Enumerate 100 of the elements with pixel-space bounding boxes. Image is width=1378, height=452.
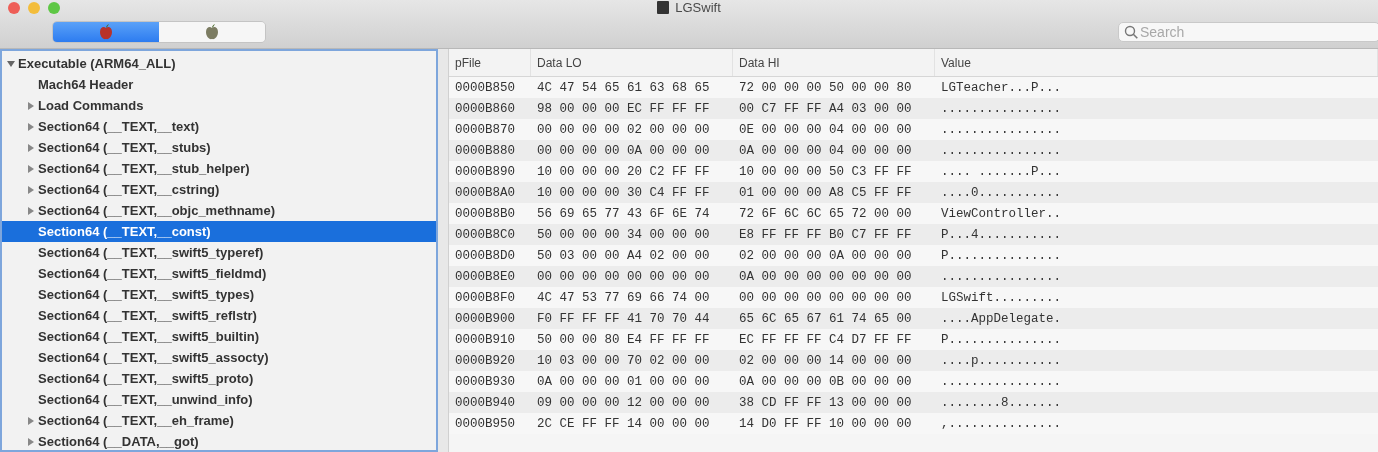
table-cell-text: ................ [940, 269, 1063, 284]
table-cell-text: LGTeacher...P... [940, 80, 1063, 95]
table-cell-text: 0000B8D0 [454, 248, 516, 263]
tree-item[interactable]: Section64 (__TEXT,__swift5_typeref) [2, 242, 436, 263]
tree-item[interactable]: Executable (ARM64_ALL) [2, 53, 436, 74]
table-cell-text: 10 00 00 00 20 C2 FF FF [536, 164, 711, 179]
table-cell-text: 0000B930 [454, 374, 516, 389]
table-cell-text: 0000B8A0 [454, 185, 516, 200]
tree-item[interactable]: Section64 (__TEXT,__stub_helper) [2, 158, 436, 179]
collapsed-triangle-icon[interactable] [27, 437, 35, 446]
table-cell-text: ....0........... [940, 185, 1063, 200]
table-cell-text: 10 00 00 00 50 C3 FF FF [738, 164, 913, 179]
tree-item[interactable]: Section64 (__TEXT,__swift5_fieldmd) [2, 263, 436, 284]
table-cell-text: 72 00 00 00 50 00 00 80 [738, 80, 913, 95]
table-cell-text: 38 CD FF FF 13 00 00 00 [738, 395, 913, 410]
tree-item[interactable]: Section64 (__TEXT,__objc_methname) [2, 200, 436, 221]
table-cell-text: 4C 47 54 65 61 63 68 65 [536, 80, 711, 95]
table-cell-text: 0000B860 [454, 101, 516, 116]
table-cell-text: 0A 00 00 00 01 00 00 00 [536, 374, 711, 389]
tree-item[interactable]: Section64 (__TEXT,__cstring) [2, 179, 436, 200]
collapsed-triangle-icon[interactable] [27, 101, 35, 110]
segment-tab[interactable] [159, 22, 265, 42]
table-cell-text: 0000B900 [454, 311, 516, 326]
collapsed-triangle-icon[interactable] [27, 164, 35, 173]
table-cell-text: 0A 00 00 00 04 00 00 00 [738, 143, 913, 158]
table-cell-text: 0000B870 [454, 122, 516, 137]
tree-item[interactable]: Section64 (__TEXT,__swift5_proto) [2, 368, 436, 389]
table-cell-text: 10 03 00 00 70 02 00 00 [536, 353, 711, 368]
table-cell-text: 09 00 00 00 12 00 00 00 [536, 395, 711, 410]
table-cell-text: 10 00 00 00 30 C4 FF FF [536, 185, 711, 200]
table-cell-text: 00 00 00 00 00 00 00 00 [536, 269, 711, 284]
table-cell-text: ViewController.. [940, 206, 1063, 221]
document-icon [657, 1, 670, 14]
column-header[interactable]: Data LO [531, 49, 733, 76]
column-header[interactable]: pFile [449, 49, 531, 76]
search-input[interactable]: Search [1140, 24, 1340, 40]
search-field[interactable]: Search [1118, 22, 1378, 42]
collapsed-triangle-icon[interactable] [27, 416, 35, 425]
close-icon[interactable] [8, 2, 20, 14]
table-cell-text: 50 00 00 00 34 00 00 00 [536, 227, 711, 242]
table-cell-text: 00 00 00 00 0A 00 00 00 [536, 143, 711, 158]
table-cell-text: 0000B940 [454, 395, 516, 410]
table-cell-text: 00 00 00 00 02 00 00 00 [536, 122, 711, 137]
table-cell-text: E8 FF FF FF B0 C7 FF FF [738, 227, 913, 242]
table-cell-text: 2C CE FF FF 14 00 00 00 [536, 416, 711, 431]
tree-item[interactable]: Section64 (__TEXT,__unwind_info) [2, 389, 436, 410]
collapsed-triangle-icon[interactable] [27, 185, 35, 194]
table-cell-text: 56 69 65 77 43 6F 6E 74 [536, 206, 711, 221]
table-cell-text: 98 00 00 00 EC FF FF FF [536, 101, 711, 116]
table-cell-text: ................ [940, 143, 1063, 158]
expanded-triangle-icon[interactable] [7, 59, 15, 68]
tree-item[interactable]: Section64 (__TEXT,__swift5_assocty) [2, 347, 436, 368]
table-cell-text: F0 FF FF FF 41 70 70 44 [536, 311, 711, 326]
table-cell-text: 02 00 00 00 0A 00 00 00 [738, 248, 913, 263]
table-cell-text: P............... [940, 332, 1063, 347]
table-cell-text: 0000B910 [454, 332, 516, 347]
table-cell-text: ................ [940, 374, 1063, 389]
collapsed-triangle-icon[interactable] [27, 122, 35, 131]
table-cell-text: ................ [940, 101, 1063, 116]
apple-icon [203, 23, 221, 41]
table-cell-text: LGSwift......... [940, 290, 1063, 305]
tree-item[interactable]: Mach64 Header [2, 74, 436, 95]
table-cell-text: 0000B850 [454, 80, 516, 95]
tree-item[interactable]: Section64 (__TEXT,__swift5_builtin) [2, 326, 436, 347]
apple-icon [97, 23, 115, 41]
tree-item[interactable]: Load Commands [2, 95, 436, 116]
table-cell-text: 0000B8B0 [454, 206, 516, 221]
column-header[interactable]: Data HI [733, 49, 935, 76]
collapsed-triangle-icon[interactable] [27, 143, 35, 152]
tree-item[interactable]: Section64 (__TEXT,__swift5_types) [2, 284, 436, 305]
table-cell-text: 65 6C 65 67 61 74 65 00 [738, 311, 913, 326]
tree-item[interactable]: Section64 (__TEXT,__text) [2, 116, 436, 137]
tree-item[interactable]: Section64 (__TEXT,__const) [2, 221, 436, 242]
maximize-icon[interactable] [48, 2, 60, 14]
segment-tab[interactable] [53, 22, 159, 42]
table-cell-text: P............... [940, 248, 1063, 263]
table-cell-text: .... .......P... [940, 164, 1063, 179]
table-cell-text: 00 C7 FF FF A4 03 00 00 [738, 101, 913, 116]
table-cell-text: 14 D0 FF FF 10 00 00 00 [738, 416, 913, 431]
tree-item[interactable]: Section64 (__DATA,__got) [2, 431, 436, 450]
tree-item[interactable]: Section64 (__TEXT,__eh_frame) [2, 410, 436, 431]
collapsed-triangle-icon[interactable] [27, 206, 35, 215]
table-cell-text: 0000B950 [454, 416, 516, 431]
window-title: LGSwift [675, 0, 721, 15]
table-cell-text: P...4........... [940, 227, 1063, 242]
segmented-control[interactable] [52, 21, 266, 43]
table-cell-text: 02 00 00 00 14 00 00 00 [738, 353, 913, 368]
column-header[interactable]: Value [935, 49, 1378, 76]
table-cell-text: EC FF FF FF C4 D7 FF FF [738, 332, 913, 347]
table-cell-text: 01 00 00 00 A8 C5 FF FF [738, 185, 913, 200]
table-cell-text: 0000B8C0 [454, 227, 516, 242]
table-cell-text: 0000B880 [454, 143, 516, 158]
tree-item[interactable]: Section64 (__TEXT,__stubs) [2, 137, 436, 158]
table-cell-text: ,............... [940, 416, 1063, 431]
table-cell-text: ....AppDelegate. [940, 311, 1063, 326]
table-cell-text: ................ [940, 122, 1063, 137]
table-cell-text: 0000B8F0 [454, 290, 516, 305]
table-cell-text: ....p........... [940, 353, 1063, 368]
table-cell-text: 50 03 00 00 A4 02 00 00 [536, 248, 711, 263]
tree-item[interactable]: Section64 (__TEXT,__swift5_reflstr) [2, 305, 436, 326]
